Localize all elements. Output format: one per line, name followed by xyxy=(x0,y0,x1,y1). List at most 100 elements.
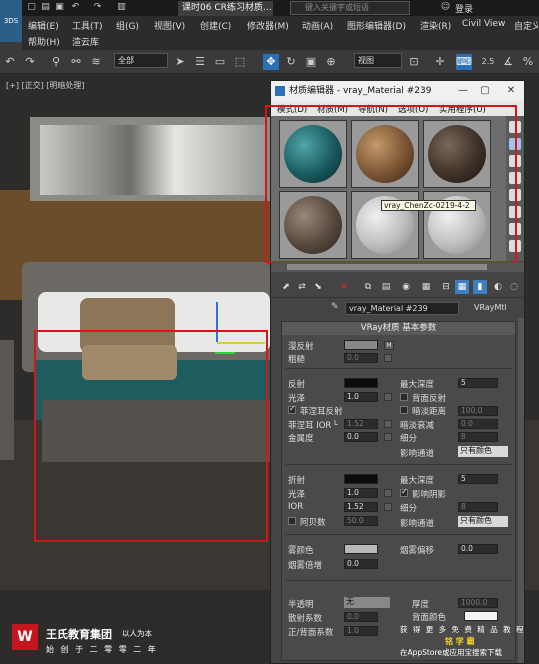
fresnel-checkbox[interactable] xyxy=(288,404,296,414)
search-input[interactable]: 键入关键字或短语 xyxy=(290,1,410,15)
new-file-icon[interactable]: ▢ xyxy=(26,2,37,13)
subdivs-input[interactable]: 8 xyxy=(458,432,498,442)
abbe-input[interactable]: 50.0 xyxy=(344,516,378,526)
material-type-button[interactable]: VRayMtl xyxy=(474,303,507,312)
document-tab[interactable]: 课时06 CR练习材质… xyxy=(178,1,273,16)
pick-from-object-icon[interactable]: ◌ xyxy=(507,280,521,294)
rect-selection-icon[interactable]: ▭ xyxy=(212,54,228,70)
select-by-name-icon[interactable]: ☰ xyxy=(192,54,208,70)
metalness-input[interactable]: 0.0 xyxy=(344,432,378,442)
select-object-icon[interactable]: ➤ xyxy=(172,54,188,70)
percent-snap-icon[interactable]: % xyxy=(520,54,536,70)
select-move-icon[interactable]: ✥ xyxy=(263,54,279,70)
metalness-map-button[interactable] xyxy=(384,433,392,441)
menu-views[interactable]: 视图(V) xyxy=(154,19,185,32)
fog-bias-input[interactable]: 0.0 xyxy=(458,544,498,554)
refr-max-depth-input[interactable]: 5 xyxy=(458,474,498,484)
app-logo-icon[interactable]: 3DS xyxy=(0,0,22,42)
translucency-dropdown[interactable]: 无 xyxy=(344,597,390,608)
window-crossing-icon[interactable]: ⬚ xyxy=(232,54,248,70)
rollout-title[interactable]: VRay材质 基本参数 xyxy=(282,322,515,335)
eyedropper-icon[interactable]: ✎ xyxy=(331,302,339,312)
refract-color-swatch[interactable] xyxy=(344,474,378,484)
max-depth-input[interactable]: 5 xyxy=(458,378,498,388)
affect-shadows-checkbox[interactable] xyxy=(400,487,408,497)
fog-mult-input[interactable]: 0.0 xyxy=(344,559,378,569)
scatter-coef-input[interactable]: 0.0 xyxy=(344,612,378,622)
put-to-scene-icon[interactable]: ⇄ xyxy=(295,280,309,294)
ior-map-button[interactable] xyxy=(384,503,392,511)
affect-channels-dropdown[interactable]: 只有颜色 xyxy=(458,446,508,457)
gloss-input[interactable]: 1.0 xyxy=(344,392,378,402)
gloss-map-button[interactable] xyxy=(384,393,392,401)
fresnel-ior-map-button[interactable] xyxy=(384,420,392,428)
open-file-icon[interactable]: ▤ xyxy=(40,2,51,13)
bind-space-warp-icon[interactable]: ≋ xyxy=(88,54,104,70)
roughness-map-button[interactable] xyxy=(384,354,392,362)
viewport-label[interactable]: [+] [正交] [明暗处理] xyxy=(6,80,85,91)
dim-distance-checkbox[interactable] xyxy=(400,406,408,414)
redo-icon[interactable]: ↷ xyxy=(92,2,103,13)
fog-color-swatch[interactable] xyxy=(344,544,378,554)
material-id-icon[interactable]: ◉ xyxy=(399,280,413,294)
menu-tools[interactable]: 工具(T) xyxy=(72,19,103,32)
menu-edit[interactable]: 编辑(E) xyxy=(28,19,59,32)
unlink-icon[interactable]: ⚯ xyxy=(68,54,84,70)
ior-input[interactable]: 1.52 xyxy=(344,502,378,512)
angle-snap-icon[interactable]: ∡ xyxy=(500,54,516,70)
reflect-color-swatch[interactable] xyxy=(344,378,378,388)
menu-create[interactable]: 创建(C) xyxy=(200,19,231,32)
params-scrollbar[interactable] xyxy=(518,318,524,663)
back-reflect-checkbox[interactable] xyxy=(400,393,408,401)
undo-icon[interactable]: ↶ xyxy=(2,54,18,70)
assign-material-icon[interactable]: ⬊ xyxy=(311,280,325,294)
refr-gloss-input[interactable]: 1.0 xyxy=(344,488,378,498)
select-rotate-icon[interactable]: ↻ xyxy=(283,54,299,70)
menu-customize[interactable]: 自定义 xyxy=(514,19,538,32)
make-unique-icon[interactable]: ⧉ xyxy=(361,280,375,294)
maximize-button[interactable]: ▢ xyxy=(476,81,494,101)
minimize-button[interactable]: — xyxy=(454,81,472,101)
fresnel-ior-lock[interactable]: L xyxy=(334,419,338,427)
login-link[interactable]: 登录 xyxy=(455,2,473,15)
selection-filter-dropdown[interactable]: 全部 xyxy=(114,53,168,68)
slots-scrollbar-thumb[interactable] xyxy=(287,264,487,270)
close-button[interactable]: ✕ xyxy=(502,81,520,101)
undo-icon[interactable]: ↶ xyxy=(70,2,81,13)
menu-animation[interactable]: 动画(A) xyxy=(302,19,333,32)
abbe-checkbox[interactable] xyxy=(288,517,296,525)
menu-render-cloud[interactable]: 渲云库 xyxy=(72,35,99,48)
go-to-parent-icon[interactable]: ▦ xyxy=(455,280,469,294)
menu-modifiers[interactable]: 修改器(M) xyxy=(247,19,289,32)
refr-subdivs-input[interactable]: 8 xyxy=(458,502,498,512)
diffuse-color-swatch[interactable] xyxy=(344,340,378,350)
pivot-center-icon[interactable]: ⊡ xyxy=(406,54,422,70)
snap-toggle-icon[interactable]: 2.5 xyxy=(480,54,496,70)
roughness-input[interactable]: 0.0 xyxy=(344,353,378,363)
user-icon[interactable]: ☺ xyxy=(440,2,451,13)
refr-gloss-map-button[interactable] xyxy=(384,489,392,497)
keyboard-shortcut-icon[interactable]: ⌨ xyxy=(456,54,472,70)
menu-civil-view[interactable]: Civil View xyxy=(462,19,505,29)
redo-icon[interactable]: ↷ xyxy=(22,54,38,70)
project-icon[interactable]: ▥ xyxy=(116,2,127,13)
go-forward-sibling-icon[interactable]: ▮ xyxy=(473,280,487,294)
link-icon[interactable]: ⚲ xyxy=(48,54,64,70)
dim-distance-input[interactable]: 100.0 xyxy=(458,406,498,416)
placement-icon[interactable]: ⊕ xyxy=(323,54,339,70)
move-arrows-icon[interactable]: ✛ xyxy=(432,54,448,70)
menu-help[interactable]: 帮助(H) xyxy=(28,35,60,48)
fresnel-ior-input[interactable]: 1.52 xyxy=(344,419,378,429)
fwd-back-coef-input[interactable]: 1.0 xyxy=(344,626,378,636)
menu-graph-editors[interactable]: 图形编辑器(D) xyxy=(347,19,406,32)
thickness-input[interactable]: 1000.0 xyxy=(458,598,498,608)
ref-coord-dropdown[interactable]: 视图 xyxy=(354,53,402,68)
menu-group[interactable]: 组(G) xyxy=(116,19,139,32)
material-name-field[interactable]: vray_Material #239 xyxy=(345,302,459,315)
back-color-swatch[interactable] xyxy=(464,611,498,621)
refr-affect-channels-dropdown[interactable]: 只有颜色 xyxy=(458,516,508,527)
select-scale-icon[interactable]: ▣ xyxy=(303,54,319,70)
dim-falloff-input[interactable]: 0.0 xyxy=(458,419,498,429)
material-map-navigator-icon[interactable]: ◐ xyxy=(491,280,505,294)
put-to-library-icon[interactable]: ▤ xyxy=(379,280,393,294)
